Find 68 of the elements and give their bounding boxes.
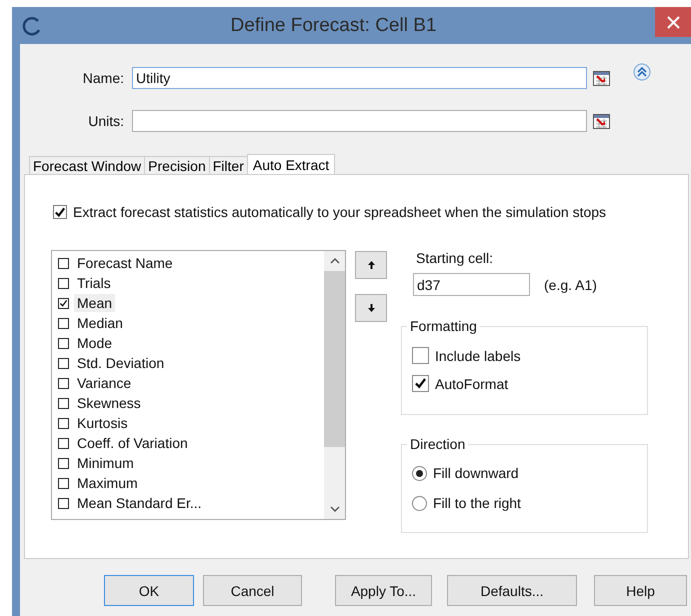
list-item[interactable]: Trials [74, 274, 114, 292]
arrow-up-icon [368, 261, 374, 269]
checkbox[interactable] [58, 298, 69, 308]
list-item[interactable]: Kurtosis [74, 414, 131, 432]
collapse-icon[interactable] [633, 63, 651, 81]
scroll-down-icon[interactable] [330, 506, 340, 512]
checkbox[interactable] [58, 438, 69, 448]
radio-button[interactable] [412, 466, 427, 480]
checkbox[interactable] [58, 258, 69, 268]
checkbox[interactable] [58, 498, 69, 508]
checkbox-label: Extract forecast statistics automatically to your spreadsheet when the simulation stops [73, 204, 606, 220]
close-icon [666, 16, 680, 28]
list-item[interactable]: Forecast Name [74, 254, 176, 272]
radio-button[interactable] [412, 496, 427, 510]
checkbox-label: Include labels [435, 348, 521, 364]
cell-reference-icon[interactable] [593, 70, 610, 86]
checkbox[interactable] [58, 278, 69, 288]
list-item[interactable]: Std. Deviation [74, 354, 168, 372]
list-item[interactable]: Mean Standard Er... [74, 494, 205, 512]
list-item[interactable]: Coeff. of Variation [74, 434, 191, 452]
checkbox[interactable] [58, 458, 69, 468]
dialog-button[interactable]: Defaults... [447, 575, 577, 606]
tab[interactable]: Auto Extract [246, 154, 336, 174]
checkbox[interactable] [412, 347, 429, 364]
list-item[interactable]: Minimum [74, 454, 137, 472]
dialog-button[interactable]: OK [104, 575, 194, 606]
window-title: Define Forecast: Cell B1 [230, 14, 438, 36]
list-item[interactable]: Maximum [74, 474, 141, 492]
checkbox[interactable] [53, 205, 67, 219]
list-item[interactable]: Variance [74, 374, 134, 392]
scroll-up-icon[interactable] [330, 258, 340, 264]
tab[interactable]: Precision [144, 156, 210, 174]
dialog-button[interactable]: Help [594, 575, 687, 606]
list-item[interactable]: Median [74, 314, 126, 332]
name-field[interactable]: Utility [132, 67, 587, 89]
checkbox[interactable] [58, 378, 69, 388]
checkbox[interactable] [58, 318, 69, 328]
starting-cell-field[interactable]: d37 [413, 273, 530, 296]
field-label: Starting cell: [416, 250, 494, 266]
group-title: Formatting [407, 318, 480, 334]
cell-reference-icon[interactable] [593, 114, 610, 128]
field-label: Units: [87, 113, 124, 129]
list-item[interactable]: Skewness [74, 394, 144, 412]
checkbox[interactable] [58, 338, 69, 348]
tab[interactable]: Filter [208, 156, 248, 174]
dialog-button[interactable]: Apply To... [335, 575, 432, 606]
move-down-button[interactable] [355, 294, 387, 322]
checkbox-label: AutoFormat [435, 376, 508, 392]
scrollbar[interactable] [324, 251, 345, 519]
checkbox[interactable] [58, 358, 69, 368]
list-item[interactable]: Mode [74, 334, 116, 352]
close-button[interactable] [655, 7, 691, 37]
units-field[interactable] [132, 110, 587, 132]
field-hint: (e.g. A1) [544, 276, 597, 292]
radio-label: Fill downward [433, 465, 519, 481]
checkbox[interactable] [58, 398, 69, 408]
group-title: Direction [407, 436, 468, 452]
radio-label: Fill to the right [433, 495, 521, 511]
checkbox[interactable] [58, 418, 69, 428]
tab[interactable]: Forecast Window [29, 156, 146, 174]
app-logo-icon [22, 16, 42, 36]
dialog-button[interactable]: Cancel [203, 575, 302, 606]
checkbox[interactable] [58, 478, 69, 488]
list-item[interactable]: Mean [74, 294, 116, 312]
checkbox[interactable] [412, 375, 429, 392]
move-up-button[interactable] [355, 251, 387, 279]
field-label: Name: [82, 70, 124, 86]
arrow-down-icon [368, 304, 374, 312]
